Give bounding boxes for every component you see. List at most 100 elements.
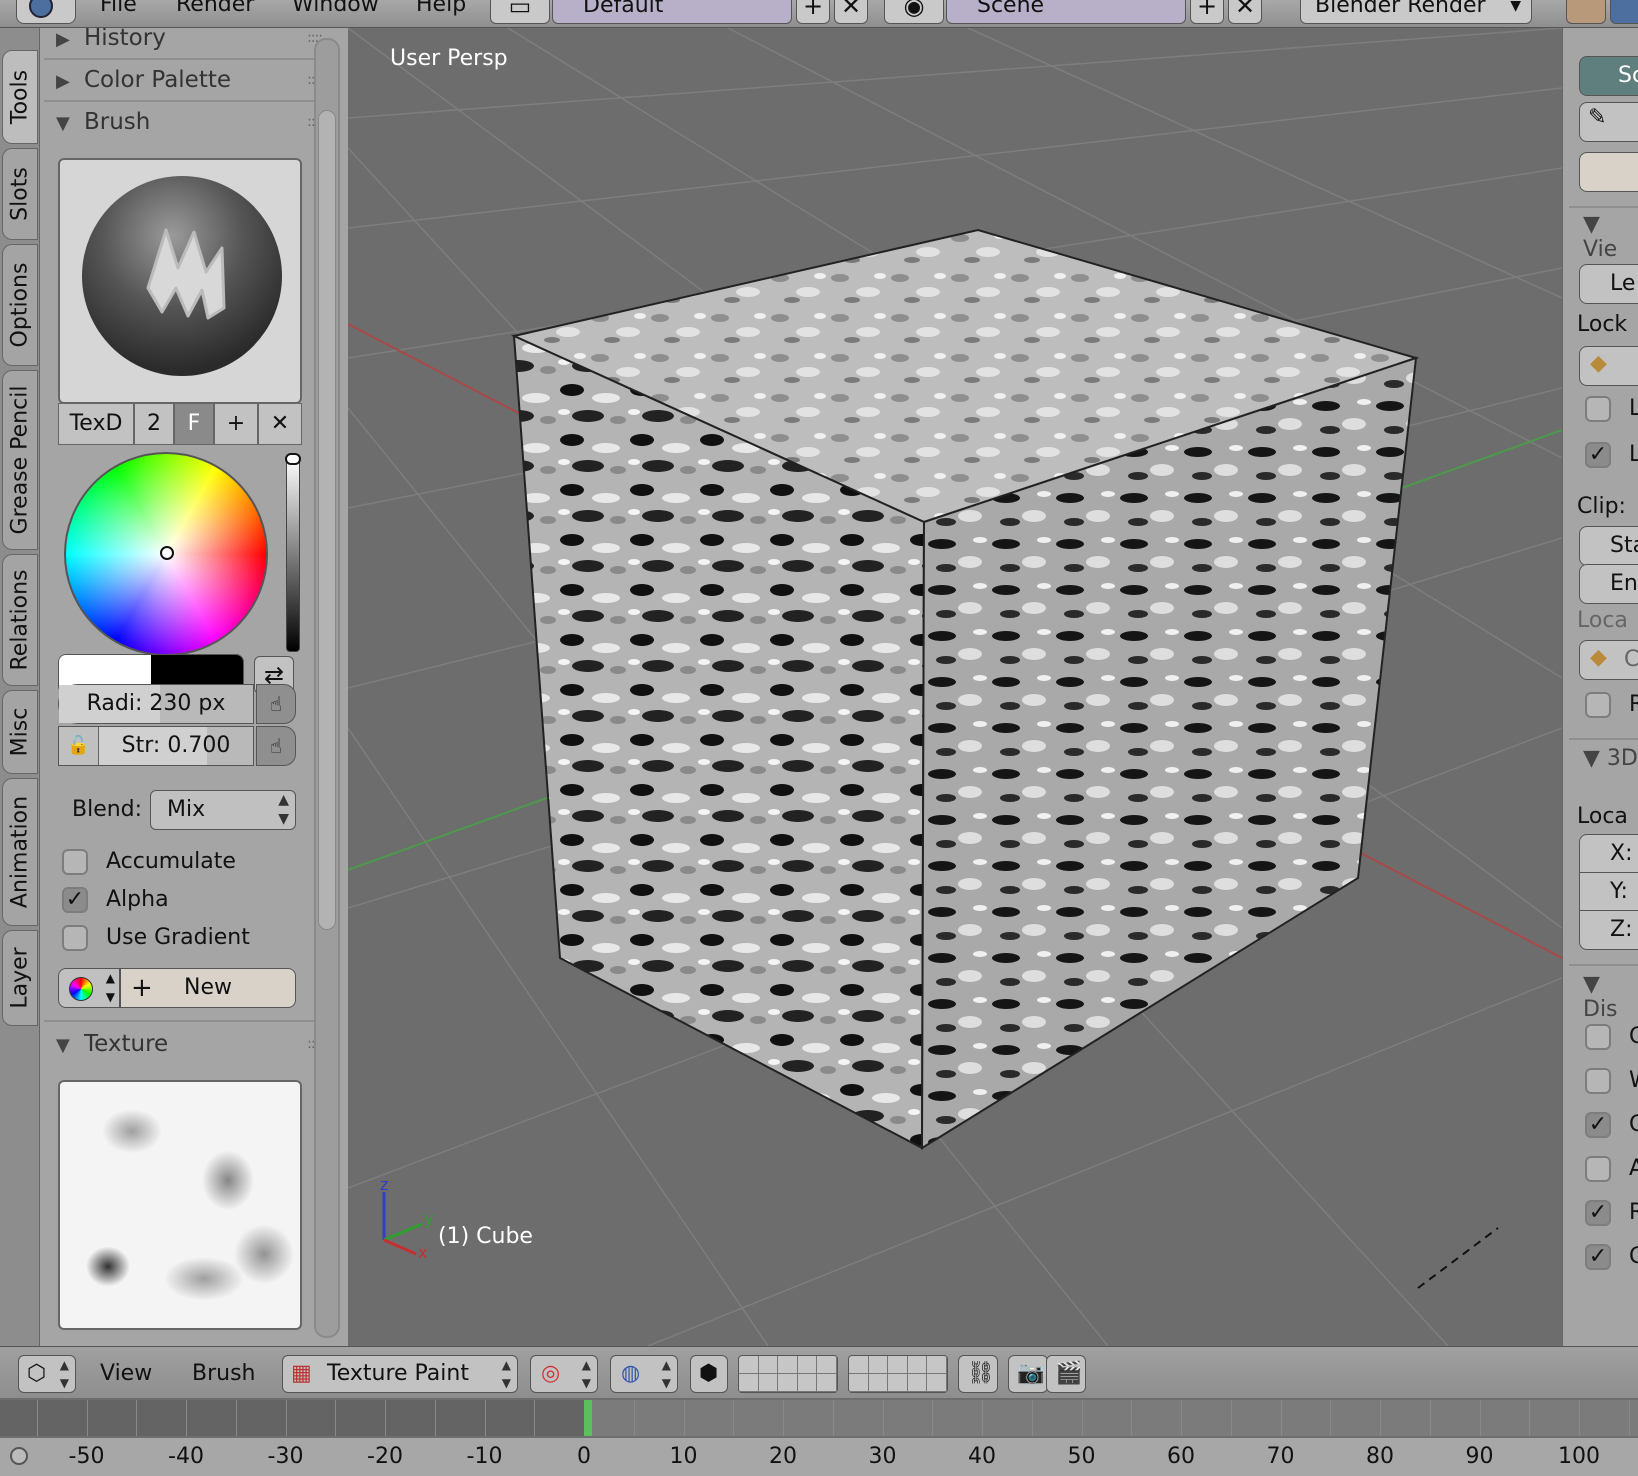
- tab-relations[interactable]: Relations: [2, 554, 38, 686]
- timeline-scroll-handle[interactable]: [10, 1447, 28, 1465]
- view-panel-header[interactable]: ▼ Vie: [1583, 212, 1638, 262]
- menu-brush[interactable]: Brush: [192, 1355, 256, 1393]
- tab-layer[interactable]: Layer: [2, 930, 38, 1026]
- layers-grid-2[interactable]: [848, 1355, 948, 1393]
- blend-select[interactable]: Mix ▲ ▼: [150, 790, 296, 830]
- checkbox-icon[interactable]: [62, 925, 88, 951]
- timeline-tick-label: 80: [1366, 1444, 1394, 1469]
- editor-type-button[interactable]: ⬡ ▲ ▼: [18, 1355, 76, 1393]
- unlink-brush-close-icon[interactable]: ✕: [258, 403, 302, 445]
- 3d-viewport[interactable]: z y x User Persp (1) Cube: [348, 28, 1562, 1346]
- display-checkbox[interactable]: ✓: [1585, 1200, 1611, 1226]
- lock-checkbox-1[interactable]: [1585, 396, 1611, 422]
- render-animation-icon[interactable]: 🎬: [1046, 1355, 1086, 1393]
- screen-layout-icon[interactable]: ▭: [490, 0, 550, 24]
- value-slider[interactable]: [285, 453, 301, 652]
- panel-color-palette-header[interactable]: ▶Color Palette::::: [56, 60, 326, 100]
- display-checkbox[interactable]: ✓: [1585, 1112, 1611, 1138]
- panel-history-header[interactable]: ▶ History::::: [56, 28, 326, 58]
- tool-shelf-scrollbar[interactable]: [314, 38, 340, 1338]
- value-slider-knob[interactable]: [285, 453, 301, 465]
- stats-icon[interactable]: [1610, 0, 1638, 24]
- use-gradient-checkbox[interactable]: Use Gradient: [62, 920, 250, 956]
- tab-grease-pencil[interactable]: Grease Pencil: [2, 370, 38, 550]
- engine-icon[interactable]: [1566, 0, 1606, 24]
- display-checkbox[interactable]: [1585, 1156, 1611, 1182]
- timeline-gridline: [1330, 1400, 1332, 1436]
- radius-field[interactable]: Radi: 230 px: [58, 684, 254, 724]
- timeline-ruler[interactable]: -50 -40 -30 -20 -10 0 10 20 30 40 50 60 70 80 90 100: [0, 1438, 1638, 1476]
- display-checkbox[interactable]: ✓: [1585, 1244, 1611, 1270]
- color-wheel[interactable]: [64, 452, 268, 656]
- display-checkbox[interactable]: [1585, 1024, 1611, 1050]
- scrollbar-thumb[interactable]: [318, 110, 336, 930]
- updown-arrows-icon: ▲ ▼: [501, 1358, 511, 1390]
- brush-name-field[interactable]: TexD: [58, 403, 134, 445]
- shading-select[interactable]: ◍ ▲ ▼: [610, 1355, 678, 1393]
- radius-pressure-icon[interactable]: ☝: [256, 684, 296, 724]
- panel-texture-header[interactable]: ▼Texture::::: [56, 1024, 326, 1064]
- tab-options[interactable]: Options: [2, 244, 38, 366]
- alpha-checkbox[interactable]: ✓ Alpha: [62, 882, 169, 918]
- lock-object-field[interactable]: ◆: [1579, 346, 1638, 386]
- timeline-track[interactable]: [0, 1400, 1638, 1436]
- screen-layout-field[interactable]: Default: [552, 0, 792, 24]
- checkbox-icon[interactable]: [62, 849, 88, 875]
- remove-screen-close-icon[interactable]: ✕: [834, 0, 868, 24]
- scene-field[interactable]: Scene: [946, 0, 1186, 24]
- palette-picker[interactable]: ▲ ▼: [58, 968, 120, 1008]
- new-palette-button[interactable]: + New: [120, 968, 296, 1008]
- cursor-x-field[interactable]: X:: [1579, 834, 1638, 874]
- face-mask-button[interactable]: ⬢: [690, 1355, 728, 1393]
- color-wheel-cursor[interactable]: [160, 546, 174, 560]
- accumulate-checkbox[interactable]: Accumulate: [62, 844, 236, 880]
- cube-object[interactable]: [510, 228, 1420, 1150]
- mode-select[interactable]: ▦ Texture Paint ▲ ▼: [282, 1355, 518, 1393]
- add-scene-plus-icon[interactable]: +: [1190, 0, 1224, 24]
- add-brush-plus-icon[interactable]: +: [214, 403, 258, 445]
- texture-preview[interactable]: [58, 1080, 302, 1330]
- tab-misc[interactable]: Misc: [2, 690, 38, 774]
- 3d-cursor-panel-header[interactable]: ▼ 3D: [1583, 746, 1638, 771]
- tab-animation[interactable]: Animation: [2, 778, 38, 926]
- remove-scene-close-icon[interactable]: ✕: [1228, 0, 1262, 24]
- render-border-checkbox[interactable]: [1585, 692, 1611, 718]
- strength-pressure-icon[interactable]: ☝: [256, 726, 296, 766]
- tab-tools[interactable]: Tools: [2, 50, 38, 144]
- lock-camera-icon[interactable]: ⛓: [958, 1355, 998, 1393]
- fake-user-button[interactable]: F: [174, 403, 214, 445]
- clip-end-field[interactable]: En: [1579, 564, 1638, 604]
- cursor-z-field[interactable]: Z:: [1579, 910, 1638, 950]
- add-screen-plus-icon[interactable]: +: [796, 0, 830, 24]
- clip-start-field[interactable]: Sta: [1579, 526, 1638, 566]
- menu-view[interactable]: View: [100, 1355, 152, 1393]
- panel-brush-header[interactable]: ▼Brush::::: [56, 102, 326, 142]
- timeline[interactable]: -50 -40 -30 -20 -10 0 10 20 30 40 50 60 70 80 90 100: [0, 1398, 1638, 1476]
- menu-file[interactable]: File: [100, 0, 137, 17]
- camera-field[interactable]: ◆ C: [1579, 640, 1638, 680]
- brush-preview[interactable]: [58, 158, 302, 404]
- cursor-y-field[interactable]: Y:: [1579, 872, 1638, 912]
- menu-window[interactable]: Window: [292, 0, 379, 17]
- lock-checkbox-2[interactable]: ✓: [1585, 442, 1611, 468]
- menu-render[interactable]: Render: [176, 0, 254, 17]
- display-panel-header[interactable]: ▼ Dis: [1583, 972, 1638, 1022]
- pivot-select[interactable]: ◎ ▲ ▼: [530, 1355, 598, 1393]
- render-engine-select[interactable]: Blender Render ▼: [1300, 0, 1532, 24]
- display-checkbox[interactable]: [1585, 1068, 1611, 1094]
- menu-help[interactable]: Help: [416, 0, 466, 17]
- new-button[interactable]: [1579, 152, 1638, 192]
- editor-type-info-button[interactable]: [16, 0, 76, 24]
- tab-slots[interactable]: Slots: [2, 148, 38, 240]
- lens-field[interactable]: Le: [1579, 264, 1638, 304]
- render-image-icon[interactable]: 📷: [1008, 1355, 1048, 1393]
- scene-icon[interactable]: ◉: [884, 0, 944, 24]
- checkmark-icon[interactable]: ✓: [62, 887, 88, 913]
- layers-grid-1[interactable]: [738, 1355, 838, 1393]
- current-frame-marker[interactable]: [584, 1400, 592, 1436]
- lock-icon[interactable]: 🔓: [59, 727, 99, 765]
- scene-tab-button[interactable]: Sc: [1579, 56, 1638, 96]
- brush-users-count[interactable]: 2: [134, 403, 174, 445]
- strength-field[interactable]: 🔓 Str: 0.700: [58, 726, 254, 766]
- pencil-icon[interactable]: ✎: [1579, 102, 1638, 142]
